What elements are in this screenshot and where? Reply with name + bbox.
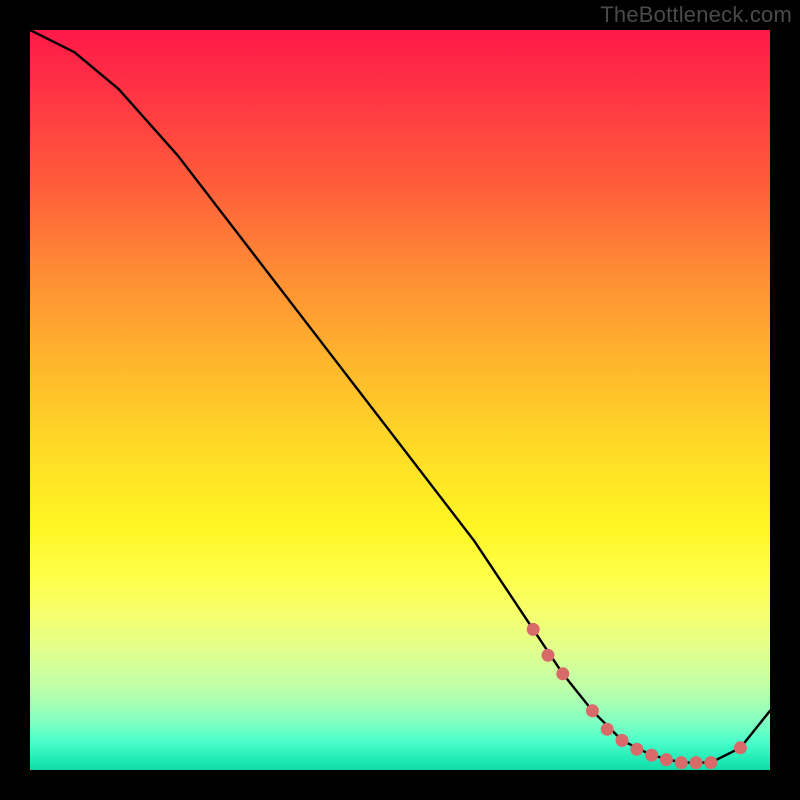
marker-dot bbox=[660, 753, 673, 766]
plot-area bbox=[30, 30, 770, 770]
marker-dot bbox=[586, 704, 599, 717]
curve-layer bbox=[30, 30, 770, 770]
marker-dot bbox=[645, 749, 658, 762]
chart-frame: TheBottleneck.com bbox=[0, 0, 800, 800]
marker-dot bbox=[542, 649, 555, 662]
marker-dot bbox=[734, 741, 747, 754]
marker-dot bbox=[704, 756, 717, 769]
watermark-text: TheBottleneck.com bbox=[600, 2, 792, 28]
marker-dot bbox=[601, 723, 614, 736]
marker-dot bbox=[556, 667, 569, 680]
marker-dot bbox=[616, 734, 629, 747]
highlight-markers bbox=[527, 623, 747, 769]
marker-dot bbox=[675, 756, 688, 769]
marker-dot bbox=[527, 623, 540, 636]
bottleneck-curve bbox=[30, 30, 770, 763]
marker-dot bbox=[690, 756, 703, 769]
marker-dot bbox=[630, 743, 643, 756]
